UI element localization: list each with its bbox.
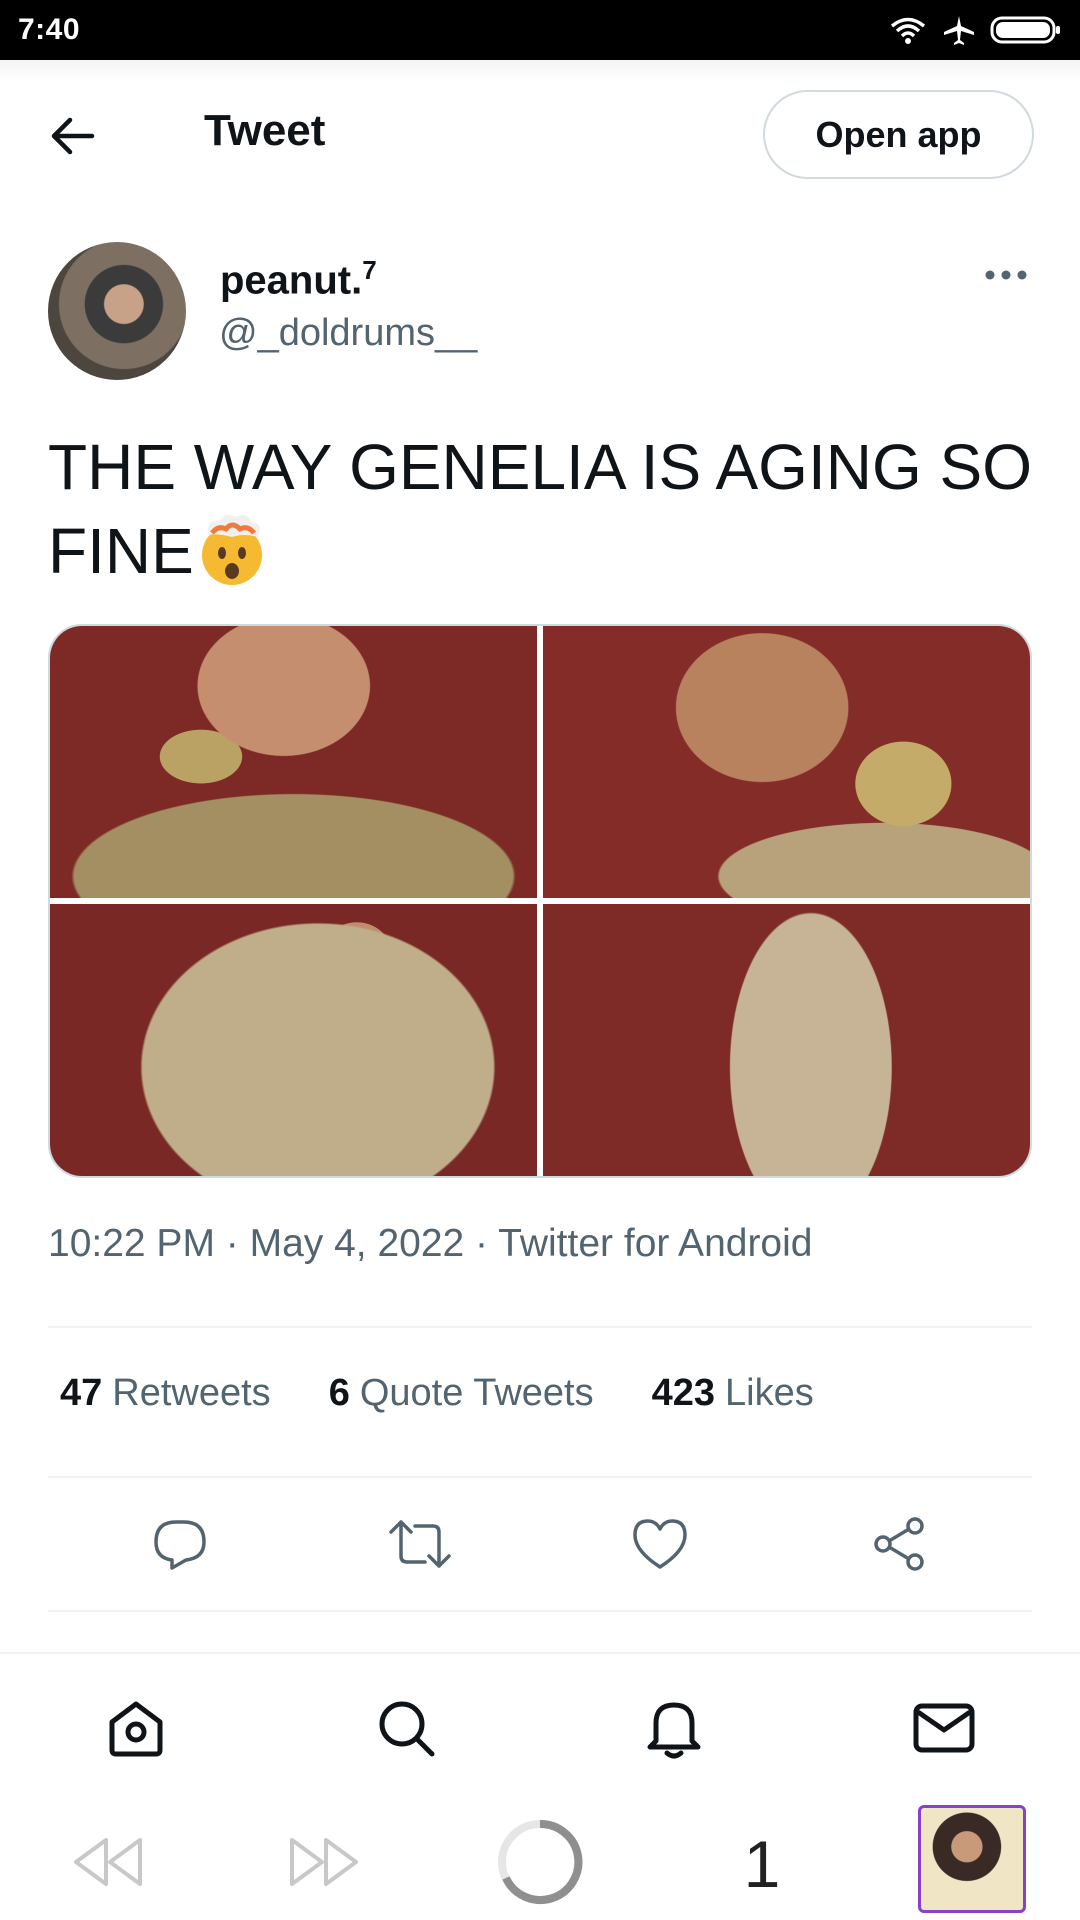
top-bar: Tweet Open app [0, 60, 1080, 210]
like-icon [631, 1517, 689, 1576]
rewind-icon [70, 1834, 146, 1895]
reply-button[interactable] [148, 1514, 212, 1578]
profile-thumbnail[interactable] [918, 1805, 1026, 1913]
tweet-photo-4[interactable] [543, 904, 1030, 1176]
tweet-timestamp[interactable]: 10:22 PM · May 4, 2022 · Twitter for And… [48, 1222, 812, 1266]
quote-tweets-label: Quote Tweets [359, 1372, 594, 1414]
tweet-stats: 47 Retweets 6 Quote Tweets 423 Likes [60, 1372, 872, 1415]
status-icons [888, 14, 1062, 46]
tab-count-button[interactable]: 1 [730, 1824, 794, 1904]
home-icon [104, 1696, 168, 1765]
author-handle[interactable]: @_doldrums__ [219, 312, 477, 355]
author-name-text: peanut. [220, 258, 363, 303]
retweet-button[interactable] [388, 1514, 452, 1578]
reply-icon [152, 1516, 208, 1577]
tweet-photo-2[interactable] [543, 626, 1030, 898]
page-title: Tweet [204, 106, 326, 155]
retweets-stat[interactable]: 47 Retweets [60, 1372, 271, 1415]
more-options-button[interactable] [980, 262, 1032, 292]
status-bar: 7:40 [0, 0, 1080, 60]
battery-icon [990, 15, 1062, 45]
divider [48, 1610, 1032, 1612]
airplane-mode-icon [942, 14, 976, 46]
divider [48, 1326, 1032, 1328]
like-button[interactable] [628, 1514, 692, 1578]
tab-count: 1 [743, 1827, 781, 1901]
back-button[interactable] [44, 110, 100, 166]
tweet-text: THE WAY GENELIA IS AGING SO FINE [48, 425, 1038, 593]
bottom-nav [0, 1652, 1080, 1802]
notifications-icon [642, 1695, 706, 1766]
browser-back-button[interactable] [68, 1824, 148, 1904]
divider [48, 1476, 1032, 1478]
retweets-count: 47 [60, 1372, 103, 1414]
open-app-button[interactable]: Open app [763, 90, 1034, 179]
share-icon [871, 1516, 929, 1577]
messages-icon [912, 1700, 976, 1761]
fast-forward-icon [286, 1834, 362, 1895]
browser-forward-button[interactable] [284, 1824, 364, 1904]
status-time: 7:40 [18, 13, 81, 46]
loading-spinner-icon [494, 1816, 586, 1913]
tweet-photo-3[interactable] [50, 904, 537, 1176]
nav-notifications[interactable] [638, 1694, 710, 1766]
exploding-head-emoji [194, 511, 270, 587]
retweet-icon [387, 1516, 453, 1577]
share-button[interactable] [868, 1514, 932, 1578]
nav-home[interactable] [100, 1694, 172, 1766]
more-icon [984, 268, 1028, 286]
quote-tweets-count: 6 [328, 1372, 350, 1414]
avatar[interactable] [48, 242, 186, 380]
author-display-name[interactable]: peanut.7 [220, 255, 377, 303]
retweets-label: Retweets [112, 1372, 271, 1414]
back-arrow-icon [48, 116, 96, 161]
nav-search[interactable] [370, 1694, 442, 1766]
browser-toolbar: 1 [0, 1802, 1080, 1920]
wifi-icon [888, 15, 928, 45]
tweet-photo-1[interactable] [50, 626, 537, 898]
nav-messages[interactable] [908, 1694, 980, 1766]
likes-count: 423 [651, 1372, 716, 1414]
media-grid[interactable] [48, 624, 1032, 1178]
browser-loading-button[interactable] [494, 1819, 586, 1904]
quote-tweets-stat[interactable]: 6 Quote Tweets [329, 1372, 594, 1415]
author-name-superscript: 7 [362, 255, 377, 285]
search-icon [374, 1696, 438, 1765]
likes-stat[interactable]: 423 Likes [652, 1372, 814, 1415]
likes-label: Likes [725, 1372, 814, 1414]
tweet-actions [0, 1500, 1080, 1592]
